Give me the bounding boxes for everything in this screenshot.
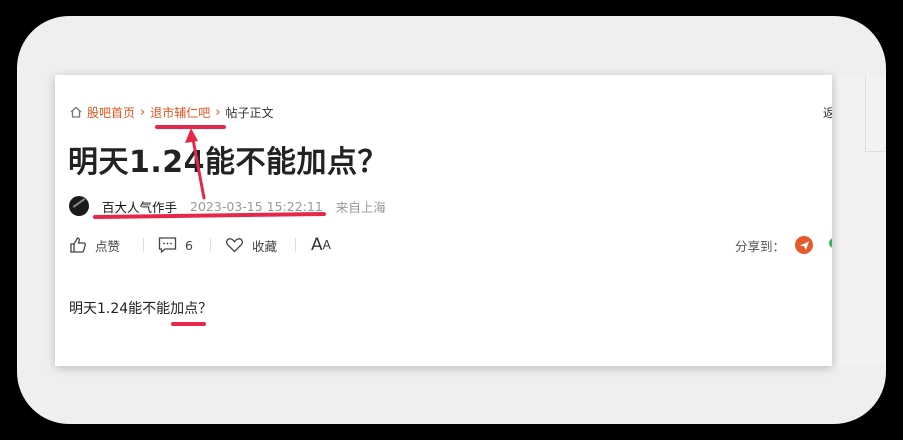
right-sidebar: [837, 75, 886, 366]
post-time: 2023-03-15 15:22:11: [190, 198, 323, 214]
author-name[interactable]: 百大人气作手: [102, 197, 177, 216]
post-location: 来自上海: [335, 199, 386, 215]
share-label: 分享到：: [735, 238, 786, 254]
post-card: 股吧首页 › 退市辅仁吧 › 帖子正文 返 明天1.24能不能加点？ 百大人气作…: [55, 75, 832, 366]
font-size-large: A: [311, 235, 323, 255]
avatar[interactable]: [69, 196, 89, 216]
thumbs-up-icon: [70, 237, 86, 253]
breadcrumb: 股吧首页 › 退市辅仁吧 › 帖子正文: [69, 104, 273, 120]
favorite-label: 收藏: [252, 238, 278, 254]
chevron-right-icon: ›: [215, 104, 221, 120]
favorite-button[interactable]: 收藏: [225, 234, 277, 256]
breadcrumb-home-link[interactable]: 股吧首页: [87, 104, 135, 121]
action-bar: 点赞 6 收藏 AA 分享到：: [69, 234, 832, 256]
breadcrumb-forum-link[interactable]: 退市辅仁吧: [150, 104, 210, 121]
comment-count: 6: [185, 237, 193, 253]
share-paper-plane-icon[interactable]: [795, 236, 814, 254]
like-button[interactable]: 点赞: [69, 234, 120, 256]
post-meta: 百大人气作手 2023-03-15 15:22:11 来自上海: [69, 196, 386, 216]
post-title: 明天1.24能不能加点？: [68, 145, 389, 180]
chevron-right-icon: ›: [140, 104, 146, 120]
back-link[interactable]: 返: [823, 104, 832, 121]
font-size-small: A: [322, 238, 331, 252]
comment-button[interactable]: 6: [158, 234, 193, 256]
home-icon[interactable]: [69, 105, 83, 119]
share-section: 分享到：: [735, 234, 814, 256]
share-wechat-icon[interactable]: [829, 238, 832, 248]
post-body: 明天1.24能不能加点？: [69, 301, 213, 317]
breadcrumb-current: 帖子正文: [225, 105, 274, 120]
like-label: 点赞: [95, 238, 121, 254]
font-size-button[interactable]: AA: [311, 234, 331, 256]
heart-icon: [226, 238, 243, 253]
comment-icon: [158, 237, 177, 254]
